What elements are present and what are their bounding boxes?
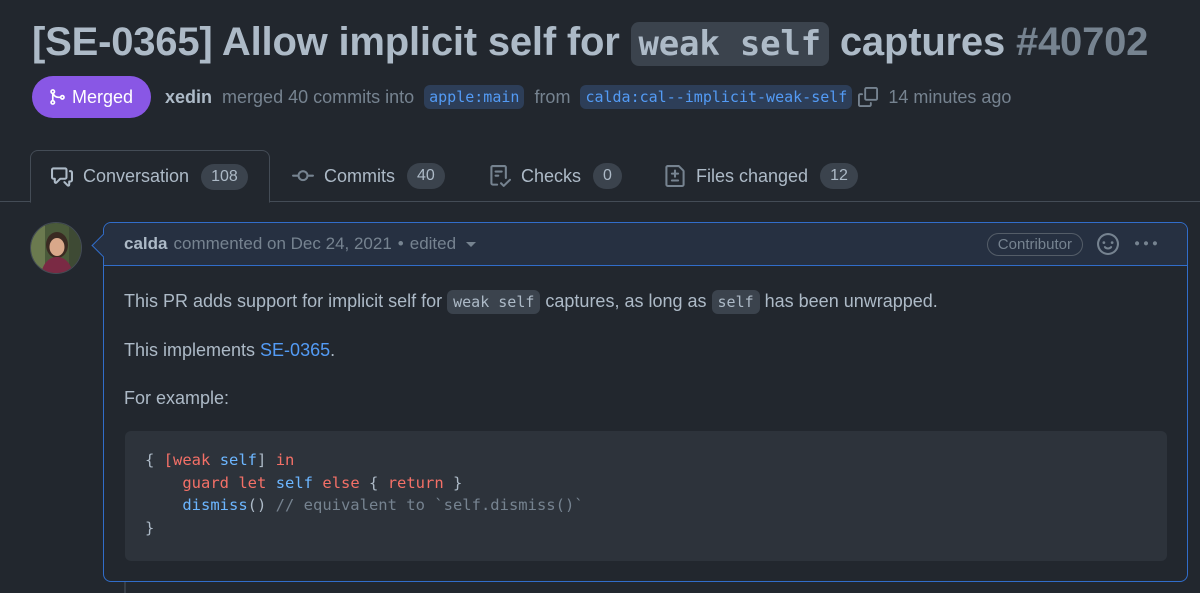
code-comment: // equivalent to `self.dismiss()` — [275, 496, 584, 514]
edited-dropdown[interactable]: edited — [410, 234, 456, 254]
pr-number: #40702 — [1015, 20, 1149, 64]
comment-body: This PR adds support for implicit self f… — [104, 266, 1187, 411]
code-token: self — [219, 451, 258, 469]
tab-files-changed[interactable]: Files changed 12 — [664, 150, 858, 202]
inline-code: weak self — [447, 290, 541, 314]
head-branch[interactable]: calda:cal--implicit-weak-self — [580, 85, 853, 109]
code-block: { [weak self] in guard let self else { r… — [125, 431, 1167, 561]
tab-counter: 108 — [201, 163, 248, 190]
tab-counter: 40 — [407, 163, 445, 189]
paragraph-summary: This PR adds support for implicit self f… — [124, 288, 1167, 315]
comment-header: calda commented on Dec 24, 2021 • edited… — [104, 223, 1187, 266]
title-text: [SE-0365] Allow implicit self for — [32, 20, 631, 64]
chevron-down-icon[interactable] — [466, 241, 477, 247]
smiley-icon[interactable] — [1097, 233, 1119, 255]
pull-request-page: [SE-0365] Allow implicit self for weak s… — [0, 0, 1200, 593]
tab-checks[interactable]: Checks 0 — [489, 150, 622, 202]
comment-author[interactable]: calda — [124, 234, 167, 254]
tab-label: Conversation — [83, 166, 190, 186]
code-token: [ — [163, 451, 174, 469]
checklist-icon — [490, 165, 511, 187]
se-0365-link[interactable]: SE-0365 — [260, 340, 330, 360]
state-label: Merged — [72, 86, 134, 107]
code-token: self — [275, 473, 314, 492]
body-text: has been unwrapped. — [759, 291, 938, 311]
code-line: { [weak self] in — [145, 449, 1147, 472]
page-title: [SE-0365] Allow implicit self for weak s… — [32, 14, 1148, 72]
code-token: { — [359, 473, 388, 492]
file-diff-icon — [665, 165, 685, 187]
copy-icon[interactable] — [858, 87, 879, 107]
merger-link[interactable]: xedin — [165, 87, 212, 108]
code-token: guard — [182, 473, 229, 492]
git-merge-icon — [50, 89, 65, 105]
merged-text: merged 40 commits into — [222, 86, 415, 107]
paragraph-implements: This implements SE-0365. — [124, 337, 1167, 363]
code-token: { — [145, 451, 164, 469]
code-token: } — [443, 473, 463, 492]
avatar[interactable] — [30, 222, 82, 274]
avatar-image — [31, 223, 81, 273]
merged-state-badge: Merged — [32, 76, 152, 118]
code-token: () — [247, 496, 276, 514]
code-line: dismiss() // equivalent to `self.dismiss… — [145, 494, 1147, 517]
comment-box: calda commented on Dec 24, 2021 • edited… — [103, 222, 1188, 582]
tab-label: Files changed — [696, 165, 809, 186]
tab-conversation[interactable]: Conversation 108 — [30, 150, 270, 203]
code-token: let — [238, 473, 267, 492]
pr-meta: Merged xedin merged 40 commits into appl… — [32, 76, 1011, 118]
base-branch[interactable]: apple:main — [424, 85, 525, 109]
code-line: guard let self else { return } — [145, 472, 1147, 495]
tab-label: Commits — [324, 165, 395, 186]
code-line: } — [145, 518, 155, 537]
code-token: weak — [173, 451, 211, 469]
comment-discussion-icon — [51, 166, 73, 187]
edited-separator: • — [397, 234, 404, 253]
code-token: else — [322, 473, 360, 492]
code-token: ] — [257, 451, 276, 469]
git-commit-icon — [292, 170, 314, 182]
kebab-horizontal-icon[interactable] — [1135, 233, 1157, 255]
tab-counter: 0 — [593, 163, 622, 189]
comment-date[interactable]: commented on Dec 24, 2021 — [173, 234, 391, 254]
body-text: This PR adds support for implicit self f… — [124, 291, 448, 311]
tab-commits[interactable]: Commits 40 — [292, 150, 445, 202]
tab-counter: 12 — [820, 163, 858, 189]
paragraph-example: For example: — [124, 388, 230, 408]
body-text: captures, as long as — [540, 291, 712, 311]
code-token: return — [387, 473, 444, 492]
contributor-badge: Contributor — [986, 233, 1083, 256]
from-text: from — [534, 86, 571, 107]
body-text: This implements — [124, 340, 261, 360]
body-text: . — [330, 340, 336, 360]
tab-label: Checks — [521, 165, 582, 186]
code-token: in — [275, 451, 295, 469]
pr-tabs: Conversation 108 Commits 40 Checks 0 Fil… — [0, 150, 1200, 203]
title-code: weak self — [630, 22, 829, 66]
title-suffix: captures — [828, 20, 1006, 64]
merged-time: 14 minutes ago — [888, 86, 1012, 107]
inline-code: self — [711, 290, 760, 314]
code-token: dismiss — [182, 496, 248, 514]
